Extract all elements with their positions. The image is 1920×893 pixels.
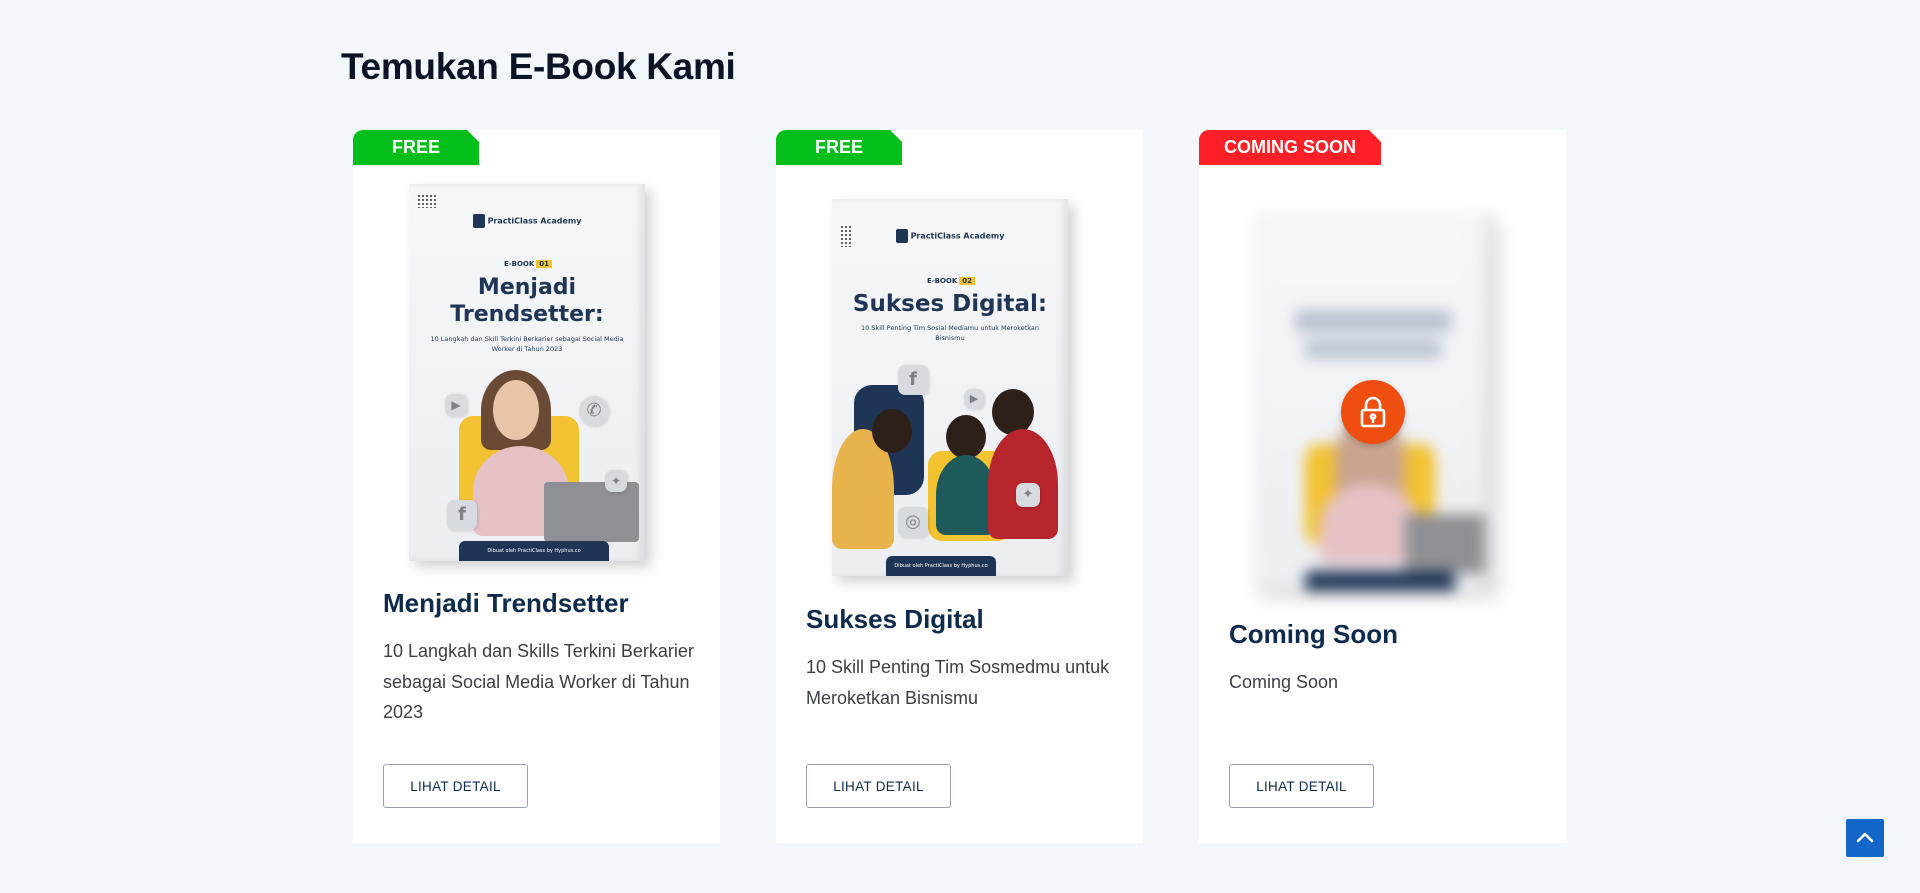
free-badge: FREE [776,130,902,165]
ebook-cover-link[interactable] [1255,214,1491,591]
section-title: Temukan E-Book Kami [341,46,736,87]
facebook-icon: f [898,365,928,395]
cover-number: 01 [536,260,553,268]
coming-soon-badge: COMING SOON [1199,130,1381,165]
cover-brand: PractiClass Academy [910,231,1005,241]
cover-tag: E-BOOK [503,260,535,268]
ebook-card-list: FREE PractiClass Academy E-BOOK 01 Menjad… [353,130,1566,843]
card-description: 10 Langkah dan Skills Terkini Berkarier … [383,641,694,722]
lihat-detail-button[interactable]: LIHAT DETAIL [383,764,528,808]
twitter-icon: ✦ [1016,483,1040,507]
ebook-card: FREE PractiClass Academy E-BOOK 02 Sukses… [776,130,1143,843]
cover-title: Sukses Digital: [852,291,1048,317]
free-badge: FREE [353,130,479,165]
ebook-card: COMING SOON Coming Soon Coming Soon LIHA… [1199,130,1566,843]
cover-brand: PractiClass Academy [487,216,582,226]
brand-logo-icon [472,214,485,228]
lock-icon [1341,380,1405,444]
ebook-cover-image: PractiClass Academy E-BOOK 02 Sukses Digi… [832,199,1068,576]
whatsapp-icon: ✆ [579,396,609,426]
card-description: Coming Soon [1229,672,1339,692]
cover-footer: Dibuat oleh PractiClass by Hyphus.co [459,541,609,561]
card-title[interactable]: Menjadi Trendsetter [383,588,629,619]
ebook-cover-link[interactable]: PractiClass Academy E-BOOK 01 Menjadi Tre… [409,184,645,561]
cover-subtitle: 10 Langkah dan Skill Terkini Berkarier s… [430,335,624,353]
instagram-icon: ◎ [898,507,928,537]
facebook-icon: f [447,500,477,530]
cover-tag: E-BOOK [926,277,958,285]
twitter-icon: ✦ [605,470,627,492]
youtube-icon: ▶ [964,389,984,409]
lihat-detail-button[interactable]: LIHAT DETAIL [1229,764,1374,808]
ebook-cover-image: PractiClass Academy E-BOOK 01 Menjadi Tre… [409,184,645,561]
cover-dots-decoration [417,194,437,208]
ebook-card: FREE PractiClass Academy E-BOOK 01 Menjad… [353,130,720,843]
scroll-to-top-button[interactable] [1846,819,1884,857]
cover-laptop [544,482,639,542]
cover-title: Menjadi Trendsetter: [450,275,604,327]
cover-subtitle: 10 Skill Penting Tim Sosial Mediamu untu… [860,324,1040,342]
card-title[interactable]: Sukses Digital [806,604,984,635]
cover-number: 02 [959,277,976,285]
youtube-icon: ▶ [445,394,467,416]
brand-logo-icon [895,229,908,243]
card-title[interactable]: Coming Soon [1229,619,1398,650]
ebook-cover-link[interactable]: PractiClass Academy E-BOOK 02 Sukses Digi… [832,199,1068,576]
card-description: 10 Skill Penting Tim Sosmedmu untuk Mero… [806,657,1110,708]
chevron-up-icon [1856,832,1874,843]
lihat-detail-button[interactable]: LIHAT DETAIL [806,764,951,808]
cover-footer: Dibuat oleh PractiClass by Hyphus.co [886,556,996,576]
